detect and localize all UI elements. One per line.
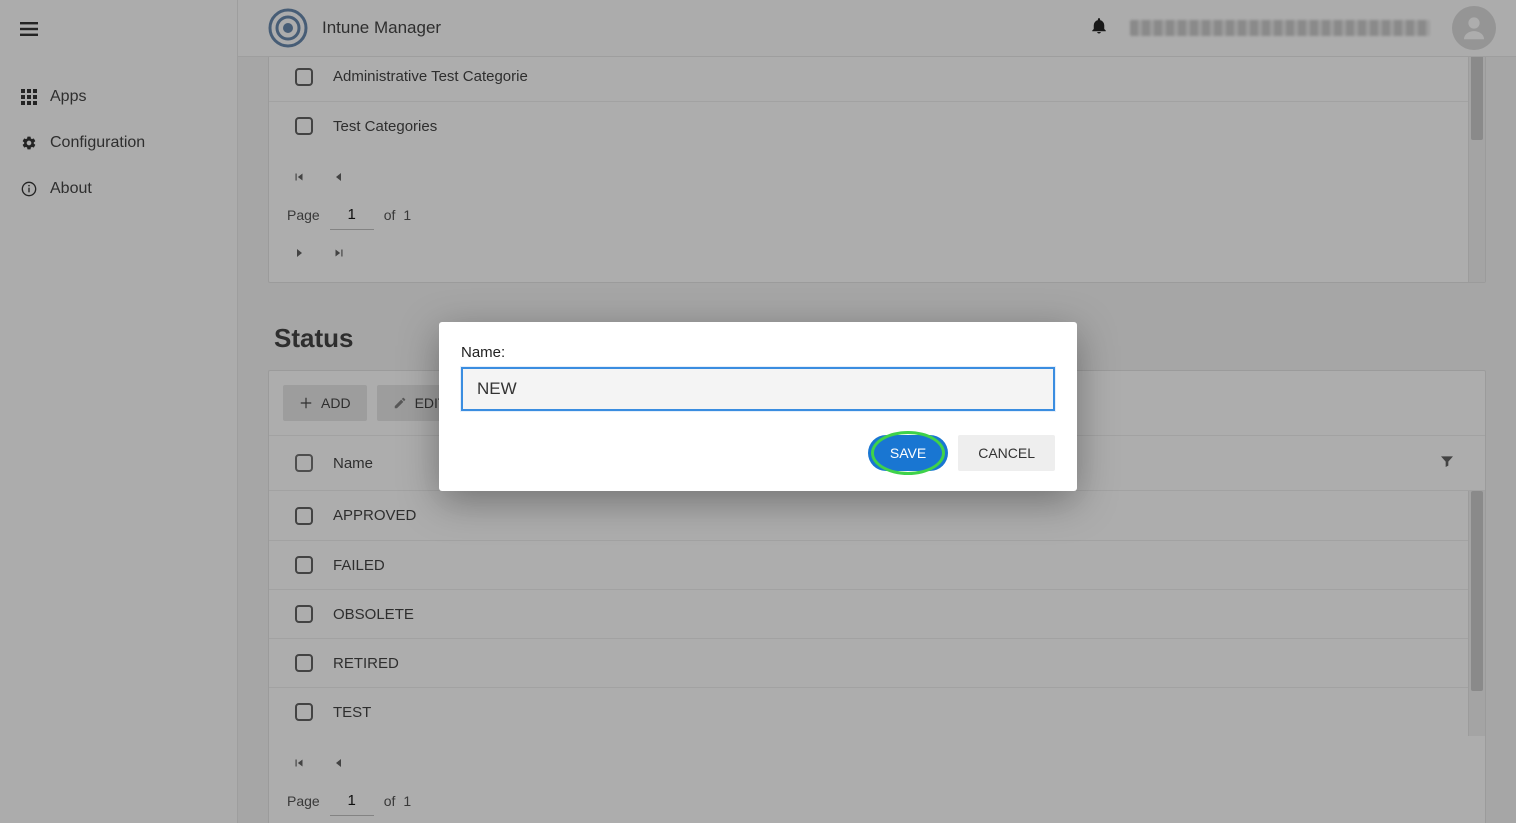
save-button[interactable]: Save: [868, 435, 948, 471]
cancel-button[interactable]: Cancel: [958, 435, 1055, 471]
dialog-actions: Save Cancel: [461, 435, 1055, 471]
app-root: Apps Configuration About Intune Manager: [0, 0, 1516, 823]
name-field-label: Name:: [461, 344, 1055, 361]
modal-overlay[interactable]: Name: Save Cancel: [0, 0, 1516, 823]
name-input[interactable]: [461, 367, 1055, 411]
cancel-label: Cancel: [978, 445, 1035, 461]
save-label: Save: [890, 445, 926, 461]
name-dialog: Name: Save Cancel: [439, 322, 1077, 491]
